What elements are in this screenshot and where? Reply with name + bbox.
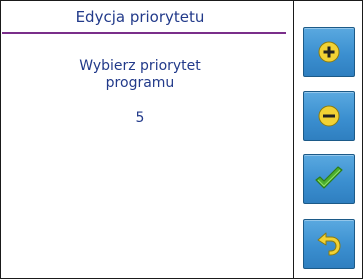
priority-value: 5 — [135, 110, 145, 126]
back-arrow-icon — [317, 232, 341, 256]
prompt-line-1: Wybierz priorytet — [79, 58, 201, 74]
plus-icon — [318, 41, 340, 63]
increase-button[interactable] — [303, 27, 355, 77]
decrease-button[interactable] — [303, 91, 355, 141]
back-button[interactable] — [303, 219, 355, 269]
minus-icon — [318, 105, 340, 127]
confirm-button[interactable] — [303, 154, 355, 204]
dialog-title: Edycja priorytetu — [75, 8, 205, 26]
sidebar-divider — [293, 0, 294, 279]
prompt-line-2: programu — [105, 75, 175, 91]
title-underline — [2, 32, 286, 34]
priority-prompt: Wybierz priorytet programu — [2, 58, 278, 92]
checkmark-icon — [315, 166, 343, 189]
